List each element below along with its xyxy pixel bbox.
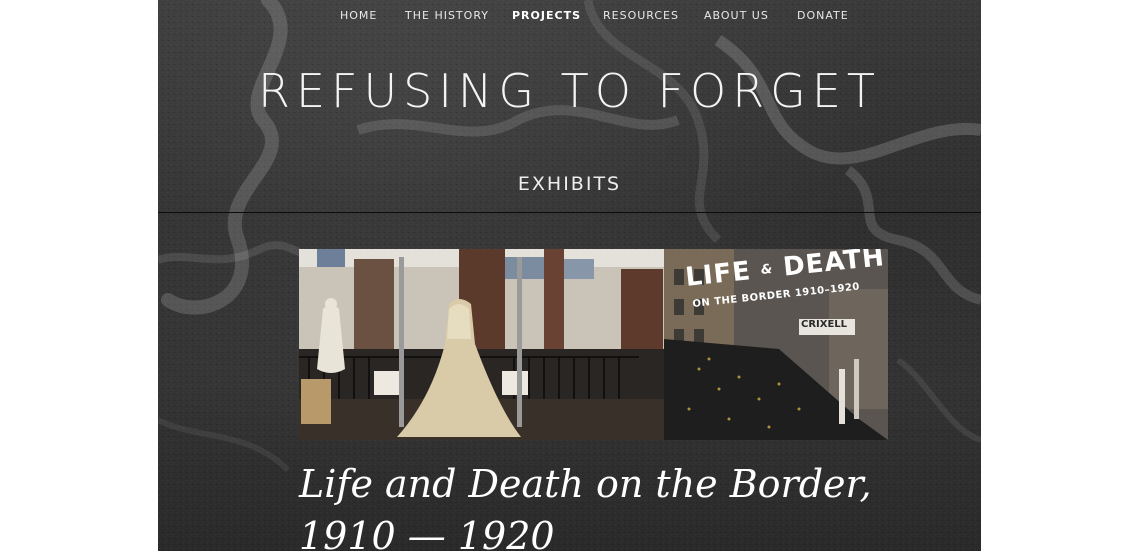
post-title-line-2[interactable]: 1910 — 1920 xyxy=(299,510,949,551)
nav-home[interactable]: HOME xyxy=(340,9,377,22)
nav-about-us[interactable]: ABOUT US xyxy=(704,9,769,22)
nav-donate[interactable]: DONATE xyxy=(797,9,849,22)
nav-projects[interactable]: PROJECTS xyxy=(512,9,581,22)
post-title-line-1[interactable]: Life and Death on the Border, xyxy=(299,458,949,510)
section-title: EXHIBITS xyxy=(517,173,622,195)
store-sign: CRIXELL xyxy=(801,319,848,330)
main-nav: HOME THE HISTORY PROJECTS RESOURCES ABOU… xyxy=(158,9,981,25)
exhibit-post-title[interactable]: Life and Death on the Border, 1910 — 192… xyxy=(299,458,949,551)
exhibit-hero-image[interactable]: LIFE & DEATH ON THE BORDER 1910–1920 CRI… xyxy=(299,249,888,440)
site-title[interactable]: REFUSING TO FORGET xyxy=(158,64,981,118)
page-background: HOME THE HISTORY PROJECTS RESOURCES ABOU… xyxy=(158,0,981,551)
nav-resources[interactable]: RESOURCES xyxy=(603,9,679,22)
header-divider xyxy=(158,212,981,213)
banner-ampersand: & xyxy=(760,261,775,278)
nav-the-history[interactable]: THE HISTORY xyxy=(405,9,489,22)
